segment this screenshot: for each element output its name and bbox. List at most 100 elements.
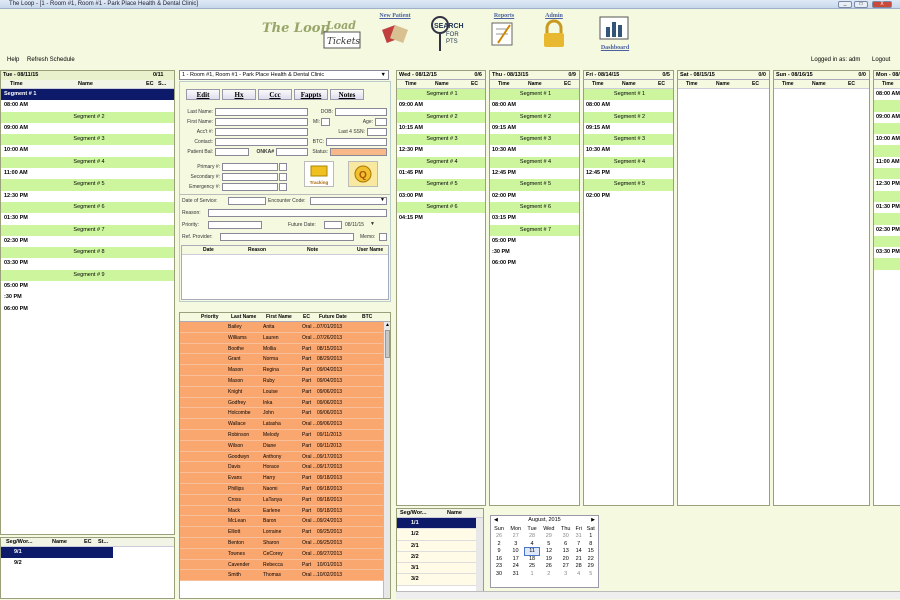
scroll-up-icon[interactable]: ▲ xyxy=(384,322,390,329)
calendar-day[interactable]: 2 xyxy=(540,570,558,578)
logout-link[interactable]: Logout xyxy=(872,57,890,63)
table-row[interactable]: Williams Lauren Oral ... 07/26/2013 xyxy=(180,332,390,344)
calendar-day[interactable]: 13 xyxy=(558,548,573,556)
calendar-day[interactable]: 20 xyxy=(558,555,573,563)
room-select[interactable]: 1 - Room #1, Room #1 - Park Place Health… xyxy=(179,70,389,80)
table-row[interactable]: Mason Regina Part 09/04/2013 xyxy=(180,365,390,376)
time-slot[interactable]: 08:00 AM xyxy=(490,100,579,112)
dos-field[interactable] xyxy=(228,197,266,205)
calendar-day[interactable]: 17 xyxy=(507,555,524,563)
horizontal-scrollbar[interactable] xyxy=(396,591,900,599)
table-row[interactable]: Wilson Diane Part 09/11/2013 xyxy=(180,440,390,452)
segment-row[interactable]: Segment # 2 xyxy=(1,111,174,123)
table-row[interactable]: Cavender Rebecca Part 10/01/2013 xyxy=(180,559,390,571)
time-slot[interactable]: 08:00 AM xyxy=(874,89,900,101)
time-slot[interactable]: 12:30 PM xyxy=(397,145,485,157)
notes-button[interactable]: Notes xyxy=(330,89,364,100)
calendar-day[interactable]: 12 xyxy=(540,548,558,556)
segment-row[interactable]: Segment # 4 xyxy=(397,156,485,169)
admin-button[interactable]: Admin xyxy=(538,13,570,51)
time-slot[interactable]: 12:30 PM xyxy=(1,190,174,202)
reports-button[interactable]: Reports xyxy=(487,13,521,51)
patient-balance-field[interactable] xyxy=(215,148,249,156)
calendar-day[interactable]: 26 xyxy=(491,533,507,541)
calendar-day[interactable]: 27 xyxy=(558,563,573,571)
status-field[interactable] xyxy=(330,148,387,156)
time-slot[interactable]: 02:00 PM xyxy=(584,190,673,202)
time-slot[interactable]: 03:30 PM xyxy=(874,247,900,259)
time-slot[interactable]: 12:45 PM xyxy=(584,168,673,180)
table-row[interactable]: McLean Baron Oral ... 09/24/2013 xyxy=(180,516,390,528)
segment-row[interactable]: Segment # 5 xyxy=(397,179,485,191)
calendar-day[interactable]: 28 xyxy=(573,563,583,571)
time-slot[interactable]: 01:30 PM xyxy=(874,201,900,214)
segment-row[interactable]: Segment # 4 xyxy=(1,156,174,169)
segment-row[interactable] xyxy=(874,213,900,225)
acct-field[interactable] xyxy=(215,128,308,136)
history-button[interactable]: Hx xyxy=(222,89,256,100)
calendar-day[interactable]: 31 xyxy=(573,533,583,541)
table-row[interactable]: Mack Earlene Part 09/18/2013 xyxy=(180,505,390,517)
segment-row[interactable]: Segment # 2 xyxy=(490,111,579,123)
calendar-day[interactable]: 4 xyxy=(524,540,539,548)
calendar-day[interactable]: 14 xyxy=(573,548,583,556)
refresh-schedule-menu[interactable]: Refresh Schedule xyxy=(27,57,75,63)
calendar-day[interactable]: 4 xyxy=(573,570,583,578)
secondary-phone-lookup[interactable] xyxy=(279,173,287,181)
primary-phone-lookup[interactable] xyxy=(279,163,287,171)
dashboard-button[interactable]: Dashboard xyxy=(595,13,635,51)
table-row[interactable]: Townes CeCorey Oral ... 09/27/2013 xyxy=(180,548,390,560)
segment-row[interactable]: Segment # 5 xyxy=(1,179,174,191)
calendar-day[interactable]: 5 xyxy=(540,540,558,548)
help-menu[interactable]: Help xyxy=(7,57,19,63)
time-slot[interactable]: 08:00 AM xyxy=(584,100,673,112)
table-row[interactable]: Holcombe John Part 09/06/2013 xyxy=(180,408,390,420)
segment-row[interactable]: Segment # 6 xyxy=(397,201,485,214)
time-slot[interactable]: 09:15 AM xyxy=(584,122,673,135)
table-row[interactable]: Phillips Naomi Part 09/18/2013 xyxy=(180,483,390,495)
calendar-day[interactable]: 6 xyxy=(558,540,573,548)
calendar-day[interactable]: 29 xyxy=(540,533,558,541)
segment-row[interactable] xyxy=(874,100,900,112)
time-slot[interactable]: 08:00 AM xyxy=(1,100,174,112)
future-date-toggle[interactable] xyxy=(324,221,342,229)
table-row[interactable]: Goodwyn Anthony Oral ... 09/17/2013 xyxy=(180,451,390,463)
time-slot[interactable]: 09:00 AM xyxy=(397,100,485,112)
segment-row[interactable]: Segment # 5 xyxy=(490,179,579,191)
list-item[interactable]: 3/2 xyxy=(397,574,476,586)
calendar-day[interactable]: 19 xyxy=(540,555,558,563)
list-item[interactable]: 2/2 xyxy=(397,551,476,564)
time-slot[interactable]: 02:30 PM xyxy=(1,235,174,248)
quick-search-button[interactable]: Q xyxy=(348,161,378,187)
time-slot[interactable]: 11:00 AM xyxy=(874,156,900,169)
ssn-field[interactable] xyxy=(367,128,387,136)
calendar-day[interactable]: 5 xyxy=(584,570,598,578)
age-field[interactable] xyxy=(375,118,387,126)
calendar-day[interactable]: 28 xyxy=(524,533,539,541)
table-row[interactable]: Evans Harry Part 09/18/2013 xyxy=(180,473,390,484)
time-slot[interactable]: 05:00 PM xyxy=(1,281,174,293)
calendar-day[interactable]: 18 xyxy=(524,555,539,563)
segment-row[interactable] xyxy=(874,168,900,180)
time-slot[interactable]: 10:00 AM xyxy=(874,134,900,146)
vertical-scrollbar[interactable] xyxy=(476,518,483,598)
time-slot[interactable]: 04:15 PM xyxy=(397,213,485,225)
priority-field[interactable] xyxy=(208,221,262,229)
segment-row[interactable]: Segment # 4 xyxy=(584,156,673,169)
time-slot[interactable]: 02:30 PM xyxy=(874,224,900,236)
time-slot[interactable]: :30 PM xyxy=(1,292,174,304)
time-slot[interactable]: 02:00 PM xyxy=(490,190,579,202)
emergency-phone-field[interactable] xyxy=(222,183,278,191)
segment-row[interactable] xyxy=(874,235,900,248)
time-slot[interactable]: 12:45 PM xyxy=(490,168,579,180)
dob-field[interactable] xyxy=(335,108,387,116)
time-slot[interactable]: 03:00 PM xyxy=(397,190,485,202)
table-row[interactable]: Wallace Latasha Oral ... 09/06/2013 xyxy=(180,419,390,430)
table-row[interactable]: Benton Sharon Oral ... 09/25/2013 xyxy=(180,537,390,549)
minimize-button[interactable]: _ xyxy=(838,1,852,8)
segment-row[interactable] xyxy=(874,190,900,202)
ccc-button[interactable]: Ccc xyxy=(258,89,292,100)
calendar-day[interactable]: 1 xyxy=(584,533,598,541)
time-slot[interactable]: 11:00 AM xyxy=(1,168,174,180)
btc-field[interactable] xyxy=(326,138,387,146)
